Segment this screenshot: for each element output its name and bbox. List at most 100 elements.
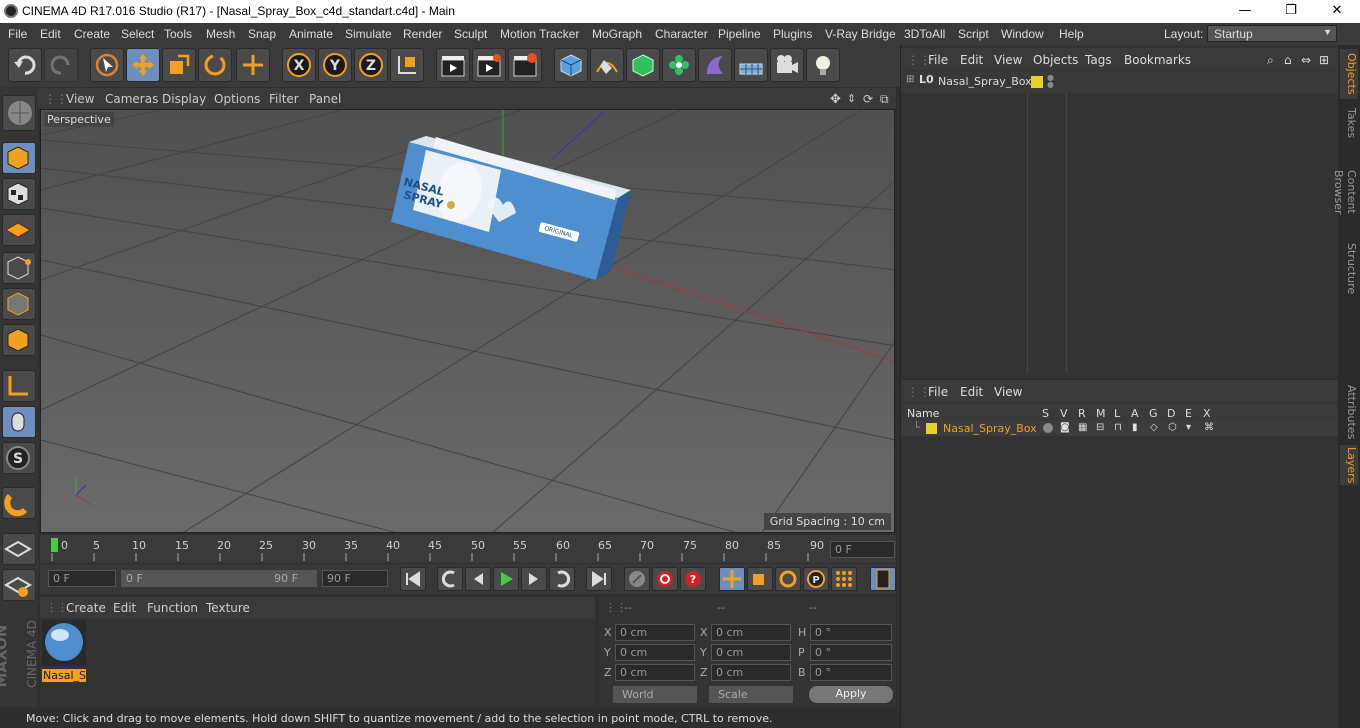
coordinate-system-button[interactable]	[390, 48, 424, 82]
texture-mode-button[interactable]	[2, 178, 36, 210]
dolly-view-icon[interactable]: ⇕	[847, 92, 856, 105]
close-button[interactable]: ✕	[1314, 0, 1360, 23]
start-frame-field[interactable]: 0 F	[48, 570, 116, 587]
material-menu-function[interactable]: Function	[147, 601, 198, 615]
rotation-p-field[interactable]: 0 °	[810, 644, 892, 661]
menu-select[interactable]: Select	[121, 27, 154, 41]
object-menu-view[interactable]: View	[994, 53, 1022, 67]
tab-layers[interactable]: Layers	[1340, 445, 1358, 485]
viewport-menu-filter[interactable]: Filter	[269, 92, 299, 106]
light-object-button[interactable]	[806, 48, 840, 82]
timeline-window-button[interactable]	[870, 567, 896, 591]
position-z-field[interactable]: 0 cm	[615, 664, 695, 681]
tweak-mode-button[interactable]	[2, 406, 36, 438]
menu-help[interactable]: Help	[1059, 27, 1084, 41]
next-keyframe-button[interactable]	[549, 567, 575, 591]
play-button[interactable]	[493, 567, 519, 591]
tab-takes[interactable]: Takes	[1340, 103, 1358, 143]
autokeying-button[interactable]	[652, 567, 678, 591]
menu-tools[interactable]: Tools	[164, 27, 192, 41]
playhead-marker[interactable]	[51, 538, 58, 552]
menu-script[interactable]: Script	[958, 27, 989, 41]
tab-structure[interactable]: Structure	[1340, 243, 1358, 295]
layer-menu-view[interactable]: View	[994, 385, 1022, 399]
snap-magnet-button[interactable]	[2, 487, 36, 519]
menu-vray-bridge[interactable]: V-Ray Bridge	[825, 27, 896, 41]
z-axis-lock-button[interactable]: Z	[354, 48, 388, 82]
timeline-ruler[interactable]: 0 5 10 15 20 25 30 35 40 45 50 55 60 65 …	[40, 535, 896, 563]
link-icon[interactable]: ⇔	[1301, 53, 1311, 67]
object-menu-tags[interactable]: Tags	[1085, 53, 1112, 67]
render-view-button[interactable]	[436, 48, 470, 82]
recent-tool-button[interactable]	[236, 48, 270, 82]
maximize-button[interactable]: ❐	[1268, 0, 1314, 23]
expressions-toggle-icon[interactable]: ▾	[1186, 422, 1191, 433]
cube-object-button[interactable]	[554, 48, 588, 82]
x-axis-lock-button[interactable]: X	[282, 48, 316, 82]
render-to-picture-viewer-button[interactable]	[472, 48, 506, 82]
home-icon[interactable]: ⌂	[1284, 53, 1292, 67]
end-frame-field[interactable]: 90 F	[322, 570, 388, 587]
viewport-menu-view[interactable]: View	[66, 92, 94, 106]
menu-animate[interactable]: Animate	[289, 27, 333, 41]
material-menu-edit[interactable]: Edit	[113, 601, 136, 615]
viewport-menu-panel[interactable]: Panel	[309, 92, 341, 106]
menu-render[interactable]: Render	[403, 27, 442, 41]
visibility-dots-icon[interactable]: ● ●	[1047, 74, 1054, 89]
animation-toggle-icon[interactable]: ▮	[1132, 422, 1138, 433]
position-x-field[interactable]: 0 cm	[615, 624, 695, 641]
viewport-menu-cameras[interactable]: Cameras	[105, 92, 158, 106]
layer-menu-file[interactable]: File	[928, 385, 948, 399]
scale-select[interactable]: Scale	[709, 686, 793, 703]
object-name[interactable]: Nasal_Spray_Box	[938, 75, 1032, 88]
menu-3dtoall[interactable]: 3DToAll	[904, 27, 945, 41]
perspective-viewport[interactable]: NASAL SPRAY ORIGINAL Perspective Grid Sp…	[40, 109, 895, 533]
object-menu-objects[interactable]: Objects	[1033, 53, 1078, 67]
rotate-tool-button[interactable]	[198, 48, 232, 82]
menu-snap[interactable]: Snap	[248, 27, 276, 41]
expand-icon[interactable]: ⊞	[906, 74, 914, 85]
new-panel-icon[interactable]: ⊞	[1319, 53, 1329, 67]
world-select[interactable]: World	[613, 686, 697, 703]
tab-objects[interactable]: Objects	[1340, 49, 1358, 99]
workplane-lock-button[interactable]	[2, 533, 36, 565]
layer-color-tag[interactable]	[1031, 76, 1043, 88]
keyframe-selection-button[interactable]: ?	[680, 567, 706, 591]
previous-keyframe-button[interactable]	[437, 567, 463, 591]
object-menu-bookmarks[interactable]: Bookmarks	[1124, 53, 1191, 67]
next-frame-button[interactable]	[521, 567, 547, 591]
tab-attributes[interactable]: Attributes	[1340, 385, 1358, 440]
rotation-b-field[interactable]: 0 °	[810, 664, 892, 681]
y-axis-lock-button[interactable]: Y	[318, 48, 352, 82]
apply-button[interactable]: Apply	[809, 686, 893, 703]
menu-simulate[interactable]: Simulate	[345, 27, 392, 41]
grid-snap-button[interactable]	[2, 569, 36, 601]
rotate-view-icon[interactable]: ⟳	[863, 92, 873, 106]
size-z-field[interactable]: 0 cm	[711, 664, 791, 681]
rotation-h-field[interactable]: 0 °	[810, 624, 892, 641]
edges-mode-button[interactable]	[2, 288, 36, 320]
solo-button[interactable]: S	[2, 442, 36, 474]
position-y-field[interactable]: 0 cm	[615, 644, 695, 661]
axis-mode-button[interactable]	[2, 370, 36, 402]
deformers-toggle-icon[interactable]: ⬡	[1168, 422, 1177, 433]
render-toggle-icon[interactable]: ▦	[1078, 422, 1087, 433]
floor-object-button[interactable]	[734, 48, 768, 82]
generators-toggle-icon[interactable]: ◇	[1150, 422, 1158, 433]
layer-row[interactable]: └ Nasal_Spray_Box ◙ ▦ ⊟ ⊓ ▮ ◇ ⬡ ▾ ⌘	[901, 421, 1339, 436]
layer-name[interactable]: Nasal_Spray_Box	[943, 422, 1037, 435]
menu-window[interactable]: Window	[1001, 27, 1044, 41]
menu-character[interactable]: Character	[655, 27, 708, 41]
menu-sculpt[interactable]: Sculpt	[454, 27, 487, 41]
current-frame-field[interactable]: 0 F	[830, 541, 895, 558]
camera-object-button[interactable]	[770, 48, 804, 82]
menu-edit[interactable]: Edit	[40, 27, 61, 41]
menu-pipeline[interactable]: Pipeline	[718, 27, 761, 41]
manager-toggle-icon[interactable]: ⊟	[1096, 422, 1104, 433]
preview-range-slider[interactable]: 0 F 90 F	[121, 570, 317, 587]
material-menu-create[interactable]: Create	[66, 601, 106, 615]
polygons-mode-button[interactable]	[2, 324, 36, 356]
points-mode-button[interactable]	[2, 252, 36, 284]
lock-toggle-icon[interactable]: ⊓	[1114, 422, 1122, 433]
search-icon[interactable]: ⌕	[1267, 53, 1274, 68]
